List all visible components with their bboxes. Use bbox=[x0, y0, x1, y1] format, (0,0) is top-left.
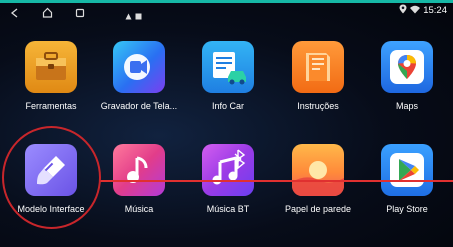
notification-icons bbox=[125, 7, 142, 25]
app-musica[interactable]: Música bbox=[96, 144, 182, 214]
app-gravador-de-tela[interactable]: Gravador de Tela... bbox=[96, 41, 182, 111]
app-ferramentas[interactable]: Ferramentas bbox=[8, 41, 94, 111]
app-musica-bt[interactable]: Música BT bbox=[185, 144, 271, 214]
wifi-icon bbox=[410, 5, 421, 17]
annotation-circle bbox=[2, 126, 101, 229]
app-instrucoes[interactable]: Instruções bbox=[275, 41, 361, 111]
app-label: Maps bbox=[395, 101, 418, 111]
app-label: Ferramentas bbox=[25, 101, 77, 111]
play-store-icon bbox=[381, 144, 433, 196]
info-car-icon bbox=[202, 41, 254, 93]
app-label: Info Car bbox=[211, 101, 244, 111]
app-label: Música BT bbox=[206, 204, 250, 214]
app-play-store[interactable]: Play Store bbox=[364, 144, 450, 214]
app-papel-de-parede[interactable]: Papel de parede bbox=[275, 144, 361, 214]
clock: 15:24 bbox=[423, 5, 447, 16]
recents-icon[interactable] bbox=[75, 5, 85, 23]
app-label: Papel de parede bbox=[284, 204, 352, 214]
bluetooth-music-icon bbox=[202, 144, 254, 196]
app-info-car[interactable]: Info Car bbox=[185, 41, 271, 111]
wallpaper-icon bbox=[292, 144, 344, 196]
annotation-line bbox=[100, 180, 453, 182]
app-maps[interactable]: Maps bbox=[364, 41, 450, 111]
status-bar: 15:24 bbox=[0, 3, 453, 20]
toolbox-icon bbox=[25, 41, 77, 93]
nav-buttons bbox=[10, 5, 85, 23]
app-label: Música bbox=[124, 204, 154, 214]
app-label: Instruções bbox=[297, 101, 339, 111]
screen-recorder-icon bbox=[113, 41, 165, 93]
warning-icon bbox=[125, 7, 132, 25]
instructions-icon bbox=[292, 41, 344, 93]
app-label: Play Store bbox=[386, 204, 428, 214]
app-label: Gravador de Tela... bbox=[100, 101, 178, 111]
home-icon[interactable] bbox=[42, 5, 53, 23]
location-icon bbox=[399, 4, 407, 17]
maps-icon bbox=[381, 41, 433, 93]
music-icon bbox=[113, 144, 165, 196]
system-status: 15:24 bbox=[399, 4, 447, 17]
back-icon[interactable] bbox=[10, 5, 20, 23]
image-icon bbox=[135, 7, 142, 25]
